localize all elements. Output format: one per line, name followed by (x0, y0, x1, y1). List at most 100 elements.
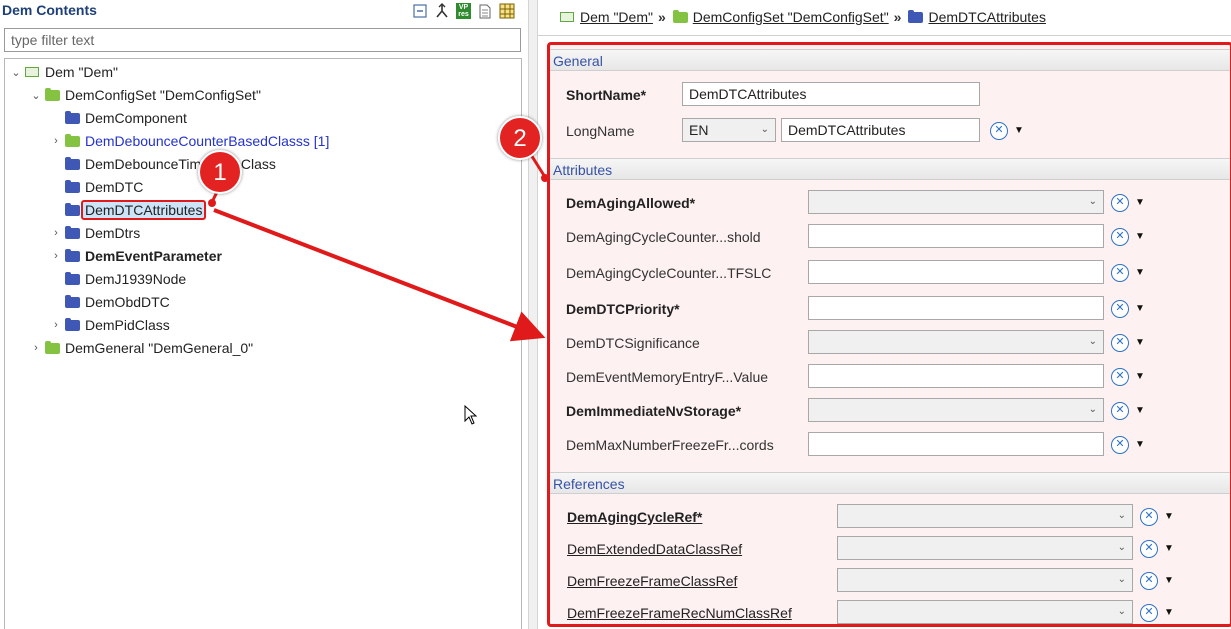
tree-node-demj1939node[interactable]: DemJ1939Node (49, 269, 186, 289)
tree-node-demdebouncecounterbasedclasss[interactable]: › DemDebounceCounterBasedClasss [1] (49, 131, 329, 151)
ref-freeze-frame-rec-num-class-ref-label[interactable]: DemFreezeFrameRecNumClassRef (567, 605, 792, 621)
grid-icon[interactable] (499, 3, 515, 19)
menu-arrow-icon[interactable]: ▼ (1135, 303, 1145, 314)
link-icon[interactable] (434, 3, 450, 19)
menu-arrow-icon[interactable]: ▼ (1135, 267, 1145, 278)
ref-aging-cycle-ref-label[interactable]: DemAgingCycleRef* (567, 509, 702, 525)
attr-dtc-significance-select[interactable]: ⌄ (808, 330, 1104, 354)
tree-node-demdtc[interactable]: DemDTC (49, 177, 143, 197)
section-general[interactable]: General (550, 49, 1230, 71)
collapsed-chevron-icon[interactable]: › (49, 250, 63, 262)
expanded-chevron-icon[interactable]: ⌄ (29, 89, 43, 102)
green-folder-icon (45, 340, 60, 354)
chevron-down-icon: ⌄ (1117, 510, 1126, 521)
menu-arrow-icon[interactable]: ▼ (1164, 511, 1174, 522)
menu-arrow-icon[interactable]: ▼ (1164, 607, 1174, 618)
ref-extended-data-class-ref-label[interactable]: DemExtendedDataClassRef (567, 541, 742, 557)
blue-folder-icon (65, 202, 80, 216)
pane-splitter[interactable] (528, 0, 538, 629)
tree-node-demdtcattributes[interactable]: DemDTCAttributes (49, 200, 207, 220)
mouse-cursor-icon (464, 405, 478, 425)
reset-icon[interactable]: ✕ (1111, 334, 1129, 352)
ref-freeze-frame-class-ref-select[interactable]: ⌄ (837, 568, 1133, 592)
tree-node-label: DemEventParameter (85, 248, 222, 264)
attr-immediate-nv-storage-select[interactable]: ⌄ (808, 398, 1104, 422)
collapsed-chevron-icon[interactable]: › (49, 227, 63, 239)
collapsed-chevron-icon[interactable]: › (29, 342, 43, 354)
expanded-chevron-icon[interactable]: ⌄ (9, 66, 23, 79)
tree-node-demeventparameter[interactable]: › DemEventParameter (49, 246, 222, 266)
tree-node-demconfigset[interactable]: ⌄ DemConfigSet "DemConfigSet" (29, 85, 261, 105)
collapsed-chevron-icon[interactable]: › (49, 319, 63, 331)
ref-aging-cycle-ref-select[interactable]: ⌄ (837, 504, 1133, 528)
green-folder-icon (45, 87, 60, 101)
longname-field[interactable]: DemDTCAttributes (781, 118, 980, 142)
collapse-all-icon[interactable] (412, 3, 428, 19)
breadcrumb-item-demdtcattributes[interactable]: DemDTCAttributes (928, 9, 1045, 25)
attr-max-number-freeze-frame-field[interactable] (808, 432, 1104, 456)
tree-node-label: DemGeneral "DemGeneral_0" (65, 340, 254, 356)
attr-aging-cycle-counter-tfslc-label: DemAgingCycleCounter...TFSLC (566, 265, 772, 281)
reset-icon[interactable]: ✕ (1111, 264, 1129, 282)
blue-folder-icon (65, 248, 80, 262)
document-icon[interactable] (477, 3, 493, 19)
vp-res-icon[interactable]: VP res (456, 3, 471, 19)
tree-node-demcomponent[interactable]: DemComponent (49, 108, 187, 128)
attr-aging-cycle-counter-tfslc-field[interactable] (808, 260, 1104, 284)
collapsed-chevron-icon[interactable]: › (49, 135, 63, 147)
dem-contents-panel: Dem Contents VP res ⌄ Dem "Dem" ⌄ DemCon… (0, 0, 528, 629)
breadcrumb-separator: » (657, 9, 666, 25)
menu-arrow-icon[interactable]: ▼ (1135, 405, 1145, 416)
menu-arrow-icon[interactable]: ▼ (1135, 439, 1145, 450)
tree-node-demgeneral[interactable]: › DemGeneral "DemGeneral_0" (29, 338, 253, 358)
reset-icon[interactable]: ✕ (1111, 194, 1129, 212)
menu-arrow-icon[interactable]: ▼ (1135, 337, 1145, 348)
vp-text: VP (458, 4, 469, 11)
menu-arrow-icon[interactable]: ▼ (1135, 231, 1145, 242)
blue-folder-icon (908, 9, 924, 23)
tree-node-label: DemObdDTC (85, 294, 170, 310)
longname-language-select[interactable]: EN ⌄ (682, 118, 776, 142)
menu-arrow-icon[interactable]: ▼ (1135, 371, 1145, 382)
reset-icon[interactable]: ✕ (1140, 572, 1158, 590)
shortname-field[interactable]: DemDTCAttributes (682, 82, 980, 106)
ref-freeze-frame-rec-num-class-ref-select[interactable]: ⌄ (837, 600, 1133, 624)
attr-max-number-freeze-frame-label: DemMaxNumberFreezeFr...cords (566, 437, 774, 453)
tree-node-label: DemConfigSet "DemConfigSet" (65, 87, 261, 103)
tree-node-demobddtc[interactable]: DemObdDTC (49, 292, 170, 312)
attr-event-memory-entry-field[interactable] (808, 364, 1104, 388)
blue-folder-icon (65, 271, 80, 285)
ref-freeze-frame-class-ref-label[interactable]: DemFreezeFrameClassRef (567, 573, 737, 589)
attr-aging-cycle-counter-threshold-field[interactable] (808, 224, 1104, 248)
menu-arrow-icon[interactable]: ▼ (1135, 197, 1145, 208)
reset-icon[interactable]: ✕ (1140, 508, 1158, 526)
reset-icon[interactable]: ✕ (1140, 604, 1158, 622)
tree-node-demdtrs[interactable]: › DemDtrs (49, 223, 140, 243)
attr-dtc-priority-field[interactable] (808, 296, 1104, 320)
tree-node-dempidclass[interactable]: › DemPidClass (49, 315, 170, 335)
reset-icon[interactable]: ✕ (1111, 402, 1129, 420)
section-references[interactable]: References (550, 472, 1230, 494)
attr-dem-aging-allowed-select[interactable]: ⌄ (808, 190, 1104, 214)
reset-icon[interactable]: ✕ (1111, 228, 1129, 246)
reset-icon[interactable]: ✕ (1111, 300, 1129, 318)
tree-view[interactable]: ⌄ Dem "Dem" ⌄ DemConfigSet "DemConfigSet… (4, 58, 522, 629)
breadcrumb-item-dem[interactable]: Dem "Dem" (580, 9, 653, 25)
breadcrumb-item-demconfigset[interactable]: DemConfigSet "DemConfigSet" (693, 9, 889, 25)
tree-node-label: Dem "Dem" (45, 64, 118, 80)
reset-icon[interactable]: ✕ (1140, 540, 1158, 558)
menu-arrow-icon[interactable]: ▼ (1164, 575, 1174, 586)
tree-node-dem[interactable]: ⌄ Dem "Dem" (9, 62, 118, 82)
reset-icon[interactable]: ✕ (990, 122, 1008, 140)
menu-arrow-icon[interactable]: ▼ (1014, 125, 1024, 136)
callout-1: 1 (198, 150, 242, 194)
ref-extended-data-class-ref-select[interactable]: ⌄ (837, 536, 1133, 560)
reset-icon[interactable]: ✕ (1111, 436, 1129, 454)
section-attributes[interactable]: Attributes (550, 158, 1230, 180)
blue-folder-icon (65, 294, 80, 308)
menu-arrow-icon[interactable]: ▼ (1164, 543, 1174, 554)
shortname-label: ShortName* (566, 87, 647, 103)
tree-node-label: DemComponent (85, 110, 187, 126)
reset-icon[interactable]: ✕ (1111, 368, 1129, 386)
filter-input[interactable] (4, 28, 521, 52)
